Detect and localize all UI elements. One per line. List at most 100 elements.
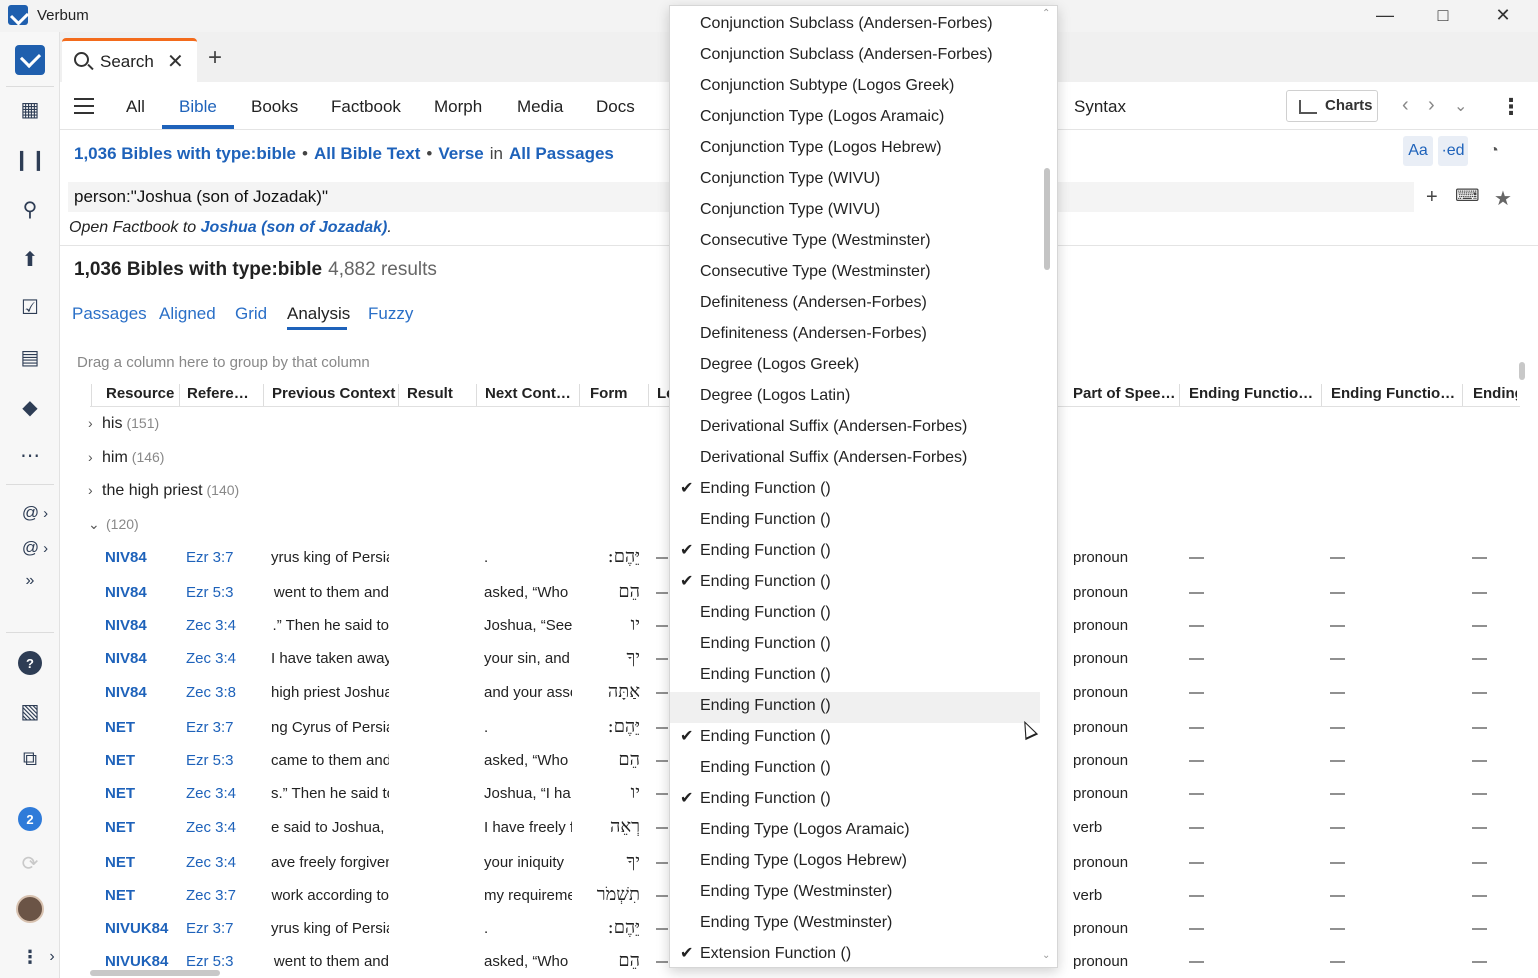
view-tab-aligned[interactable]: Aligned: [159, 304, 216, 324]
menu-item[interactable]: Ending Type (Westminster): [670, 878, 1040, 909]
edit-format-button[interactable]: ·ed: [1438, 136, 1468, 166]
reference-cell[interactable]: Ezr 3:7: [186, 920, 258, 937]
menu-item[interactable]: ✔ Ending Function (): [670, 475, 1040, 506]
menu-item[interactable]: ✔ Ending Function (): [670, 537, 1040, 568]
expand-rail-icon[interactable]: ›: [44, 942, 60, 972]
horizontal-scrollbar[interactable]: [90, 970, 220, 976]
resource-cell[interactable]: NIV84: [105, 617, 177, 634]
group-row[interactable]: › him (146): [88, 449, 164, 467]
menu-icon[interactable]: [74, 98, 94, 114]
tasks-icon[interactable]: ☑: [15, 292, 45, 322]
reference-cell[interactable]: Ezr 5:3: [186, 953, 258, 970]
reference-cell[interactable]: Zec 3:7: [186, 887, 258, 904]
close-tab-icon[interactable]: ✕: [167, 49, 184, 74]
resource-cell[interactable]: NIVUK84: [105, 920, 177, 937]
menu-scroll-thumb[interactable]: [1044, 168, 1050, 270]
library-icon[interactable]: ❙❙: [13, 144, 47, 174]
menu-item[interactable]: Degree (Logos Greek): [670, 351, 1040, 382]
panel-menu-icon[interactable]: ⋮: [1500, 94, 1522, 120]
at-icon[interactable]: @ ›: [20, 498, 50, 528]
menu-item[interactable]: Conjunction Type (Logos Aramaic): [670, 103, 1040, 134]
menu-item[interactable]: Ending Function (): [670, 754, 1040, 785]
help-icon[interactable]: ?: [15, 648, 45, 678]
reference-cell[interactable]: Ezr 5:3: [186, 752, 258, 769]
menu-item[interactable]: Derivational Suffix (Andersen-Forbes): [670, 413, 1040, 444]
menu-item[interactable]: ✔ Ending Function (): [670, 568, 1040, 599]
view-tab-grid[interactable]: Grid: [235, 304, 267, 324]
resource-cell[interactable]: NET: [105, 719, 177, 736]
resource-cell[interactable]: NIV84: [105, 584, 177, 601]
resource-cell[interactable]: NIV84: [105, 684, 177, 701]
reference-cell[interactable]: Ezr 5:3: [186, 584, 258, 601]
reference-cell[interactable]: Zec 3:4: [186, 785, 258, 802]
bibles-selector[interactable]: 1,036 Bibles with type:bible: [74, 144, 296, 163]
tab-docs[interactable]: Docs: [596, 97, 635, 117]
unit-selector[interactable]: Verse: [438, 144, 483, 163]
font-format-button[interactable]: Aa: [1403, 136, 1433, 166]
menu-item[interactable]: Degree (Logos Latin): [670, 382, 1040, 413]
scroll-down-icon[interactable]: ⌄: [1042, 950, 1050, 961]
column-header-ending-function-2[interactable]: Ending Functio…: [1331, 385, 1461, 402]
menu-item[interactable]: ✔ Ending Function (): [670, 785, 1040, 816]
column-header-form[interactable]: Form: [590, 385, 640, 402]
column-header-ending[interactable]: Ending: [1473, 385, 1517, 402]
menu-item[interactable]: Definiteness (Andersen-Forbes): [670, 289, 1040, 320]
text-selector[interactable]: All Bible Text: [314, 144, 420, 163]
tab-syntax[interactable]: Syntax: [1074, 97, 1126, 117]
menu-item[interactable]: Consecutive Type (Westminster): [670, 258, 1040, 289]
reference-cell[interactable]: Ezr 3:7: [186, 719, 258, 736]
charts-button[interactable]: Charts: [1286, 90, 1378, 122]
scroll-up-icon[interactable]: ⌃: [1042, 8, 1050, 19]
reference-cell[interactable]: Zec 3:4: [186, 854, 258, 871]
menu-scroll-track[interactable]: [1042, 6, 1057, 967]
tab-bible[interactable]: Bible: [179, 97, 217, 117]
logo-icon[interactable]: [15, 45, 45, 75]
resource-cell[interactable]: NIV84: [105, 549, 177, 566]
menu-item[interactable]: Ending Function (): [670, 692, 1040, 723]
menu-item[interactable]: Ending Type (Logos Aramaic): [670, 816, 1040, 847]
resource-cell[interactable]: NET: [105, 854, 177, 871]
reference-cell[interactable]: Zec 3:4: [186, 650, 258, 667]
column-header-reference[interactable]: Refere…: [187, 385, 257, 402]
menu-item[interactable]: ✔ Ending Function (): [670, 723, 1040, 754]
layouts-icon[interactable]: ▧: [15, 696, 45, 726]
view-tab-passages[interactable]: Passages: [72, 304, 147, 324]
menu-item[interactable]: Conjunction Type (WIVU): [670, 196, 1040, 227]
reference-cell[interactable]: Ezr 3:7: [186, 549, 258, 566]
factbook-link[interactable]: Joshua (son of Jozadak): [201, 219, 388, 236]
menu-item[interactable]: Conjunction Subclass (Andersen-Forbes): [670, 41, 1040, 72]
apps-icon[interactable]: ⋯: [15, 440, 45, 470]
resource-cell[interactable]: NIVUK84: [105, 953, 177, 970]
column-header-ending-function-1[interactable]: Ending Functio…: [1189, 385, 1319, 402]
highlight-dropdown-icon[interactable]: ◔: [1474, 136, 1514, 166]
dashboard-icon[interactable]: ▦: [15, 94, 45, 124]
favorite-star-icon[interactable]: ★: [1494, 186, 1512, 211]
notifications-badge[interactable]: 2: [15, 804, 45, 834]
history-dropdown-icon[interactable]: ⌄: [1454, 96, 1467, 116]
tab-factbook[interactable]: Factbook: [331, 97, 401, 117]
menu-item[interactable]: ✔ Extension Function (): [670, 940, 1040, 967]
avatar[interactable]: [15, 894, 45, 924]
minimize-button[interactable]: —: [1356, 0, 1414, 32]
sync-icon[interactable]: ⟳: [15, 848, 45, 878]
resource-cell[interactable]: NET: [105, 785, 177, 802]
at-icon[interactable]: @ ›: [20, 533, 50, 563]
tab-books[interactable]: Books: [251, 97, 298, 117]
resource-cell[interactable]: NET: [105, 887, 177, 904]
menu-item[interactable]: Ending Function (): [670, 506, 1040, 537]
reference-cell[interactable]: Zec 3:8: [186, 684, 258, 701]
resource-cell[interactable]: NET: [105, 752, 177, 769]
group-row[interactable]: ⌄ (120): [88, 516, 139, 534]
column-header-previous-context[interactable]: Previous Context: [272, 385, 402, 402]
view-tab-fuzzy[interactable]: Fuzzy: [368, 304, 413, 324]
tab-morph[interactable]: Morph: [434, 97, 482, 117]
menu-item[interactable]: Conjunction Type (WIVU): [670, 165, 1040, 196]
menu-item[interactable]: Conjunction Subclass (Andersen-Forbes): [670, 10, 1040, 41]
reference-cell[interactable]: Zec 3:4: [186, 819, 258, 836]
menu-item[interactable]: Definiteness (Andersen-Forbes): [670, 320, 1040, 351]
add-tab-button[interactable]: +: [208, 44, 222, 72]
back-icon[interactable]: ‹: [1402, 94, 1409, 117]
menu-item[interactable]: Ending Function (): [670, 630, 1040, 661]
column-header-next-context[interactable]: Next Cont…: [485, 385, 575, 402]
menu-item[interactable]: Consecutive Type (Westminster): [670, 227, 1040, 258]
